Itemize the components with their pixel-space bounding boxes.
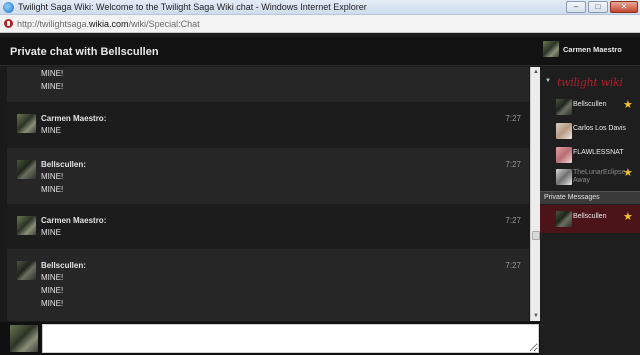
window-controls: – □ ✕ (566, 1, 638, 13)
star-icon: ★ (623, 167, 633, 179)
message-list: MINE! MINE! Carmen Maestro: 7:27 MINE Be… (7, 67, 529, 321)
user-name: TheLunarEclipse (573, 169, 626, 176)
private-messages-header: Private Messages (540, 191, 640, 204)
user-list-item[interactable]: FLAWLESSNAT (540, 143, 640, 167)
wiki-room-row[interactable]: ▼ twilight wiki (540, 74, 640, 90)
star-icon: ★ (623, 211, 633, 223)
message-scrollbar[interactable]: ▲ ▼ (530, 67, 540, 321)
avatar (17, 114, 36, 133)
message-line: MINE! (41, 299, 64, 308)
message-username[interactable]: Carmen Maestro: (41, 216, 106, 225)
message-timestamp: 7:27 (505, 114, 521, 123)
avatar (543, 41, 559, 57)
avatar (17, 216, 36, 235)
close-button[interactable]: ✕ (610, 1, 638, 13)
avatar (10, 325, 38, 352)
minimize-button[interactable]: – (566, 1, 586, 13)
address-url[interactable]: http://twilightsaga.wikia.com/wiki/Speci… (17, 19, 200, 29)
user-list-item[interactable]: TheLunarEclipse Away ★ (540, 165, 640, 189)
message-timestamp: 7:27 (505, 216, 521, 225)
chat-message: Carmen Maestro: 7:27 MINE (7, 204, 529, 249)
user-name: Bellscullen (573, 213, 607, 220)
avatar (556, 147, 572, 163)
message-line: MINE! (41, 172, 64, 181)
current-user[interactable]: Carmen Maestro (543, 41, 622, 57)
chat-message: MINE! MINE! (7, 67, 529, 102)
maximize-button[interactable]: □ (588, 1, 608, 13)
avatar (17, 160, 36, 179)
message-line: MINE! (41, 286, 64, 295)
scroll-down-arrow-icon[interactable]: ▼ (532, 312, 540, 320)
scroll-up-arrow-icon[interactable]: ▲ (532, 68, 540, 76)
user-list-item[interactable]: Carlos Los Davis (540, 119, 640, 143)
message-line: MINE! (41, 69, 64, 78)
chat-header: Private chat with Bellscullen Carmen Mae… (0, 37, 640, 66)
message-input[interactable] (42, 324, 539, 353)
scroll-thumb[interactable] (532, 231, 540, 240)
message-line: MINE! (41, 273, 64, 282)
user-status: Away (573, 177, 590, 184)
avatar (17, 261, 36, 280)
site-icon (4, 19, 13, 28)
chat-title: Private chat with Bellscullen (10, 46, 159, 58)
private-message-item[interactable]: Bellscullen ★ (540, 205, 640, 233)
user-list-item[interactable]: Bellscullen ★ (540, 95, 640, 119)
user-list-sidebar: ▼ twilight wiki Bellscullen ★ Carlos Los… (540, 67, 640, 355)
avatar (556, 99, 572, 115)
message-timestamp: 7:27 (505, 261, 521, 270)
message-line: MINE! (41, 82, 64, 91)
avatar (556, 211, 572, 227)
chat-message: Bellscullen: 7:27 MINE! MINE! (7, 148, 529, 204)
message-username[interactable]: Bellscullen: (41, 160, 86, 169)
message-username[interactable]: Bellscullen: (41, 261, 86, 270)
window-title: Twilight Saga Wiki: Welcome to the Twili… (18, 2, 367, 12)
user-name: Bellscullen (573, 101, 607, 108)
address-bar[interactable]: http://twilightsaga.wikia.com/wiki/Speci… (0, 15, 640, 33)
wiki-logo: twilight wiki (557, 76, 623, 89)
avatar (556, 169, 572, 185)
star-icon: ★ (623, 99, 633, 111)
collapse-arrow-icon[interactable]: ▼ (545, 78, 551, 84)
message-line: MINE! (41, 185, 64, 194)
user-name: Carlos Los Davis (573, 125, 626, 132)
message-line: MINE (41, 228, 61, 237)
user-name: FLAWLESSNAT (573, 149, 624, 156)
ie-logo-icon (3, 1, 14, 13)
message-input-bar (0, 322, 540, 355)
chat-message: Carmen Maestro: 7:27 MINE (7, 102, 529, 148)
window-titlebar: Twilight Saga Wiki: Welcome to the Twili… (0, 0, 640, 15)
chat-message: Bellscullen: 7:27 MINE! MINE! MINE! (7, 249, 529, 321)
avatar (556, 123, 572, 139)
message-timestamp: 7:27 (505, 160, 521, 169)
message-line: MINE (41, 126, 61, 135)
current-user-name: Carmen Maestro (563, 44, 622, 54)
message-username[interactable]: Carmen Maestro: (41, 114, 106, 123)
